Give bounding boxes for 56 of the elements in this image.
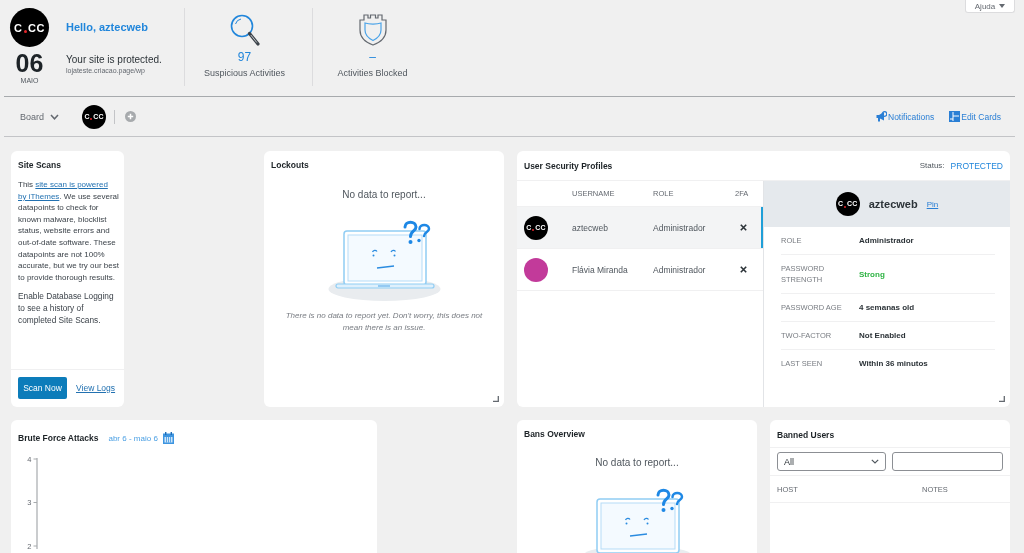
help-button[interactable]: Ajuda — [965, 0, 1015, 13]
filter-select[interactable]: All — [777, 452, 886, 471]
scan-now-button[interactable]: Scan Now — [18, 377, 67, 399]
site-status: Your site is protected. — [66, 54, 163, 66]
chevron-icon — [871, 459, 879, 464]
empty-message: There is no data to report yet. Don't worry, this does not mean there is an issue. — [284, 310, 484, 334]
field-value: Administrador — [859, 235, 915, 246]
stat-value: – — [369, 50, 376, 64]
chevron-icon — [50, 113, 60, 120]
megaphone-icon — [876, 111, 887, 122]
board-dropdown[interactable]: Board — [20, 111, 60, 122]
shield-icon — [358, 14, 387, 46]
empty-title: No data to report... — [342, 189, 426, 201]
ithemes-link[interactable]: site scan is powered — [35, 180, 108, 189]
status-value: PROTECTED — [950, 160, 1003, 171]
username-text: Flávia Miranda — [572, 264, 629, 275]
field-value: Within 36 minutos — [859, 358, 929, 369]
role-text: Administrador — [653, 222, 707, 233]
logging-note: Enable Database Logging to see a history of completed Site Scans. — [17, 291, 115, 327]
logo-text: C — [14, 21, 23, 34]
dot-icon — [23, 30, 27, 33]
date-range-link[interactable]: abr 6 - maio 6 — [108, 433, 158, 443]
profile-username: aztecweb — [868, 198, 918, 210]
notifications-button[interactable]: Notifications — [876, 111, 935, 122]
view-logs-link[interactable]: View Logs — [76, 383, 116, 393]
filter-input[interactable] — [892, 452, 1003, 471]
field-value: Not Enabled — [859, 330, 907, 341]
stat-label: Suspicious Activities — [203, 67, 285, 80]
search-icon — [229, 14, 260, 46]
field-value: 4 semanas old — [859, 302, 916, 313]
logo-text: CC — [28, 21, 45, 34]
avatar-photo — [524, 257, 548, 282]
user-row[interactable]: Flávia Miranda Administrador — [517, 249, 763, 291]
empty-title: No data to report... — [595, 457, 679, 469]
greeting: Hello, aztecweb — [66, 21, 149, 34]
date-day: 06 — [15, 51, 44, 76]
username-text: aztecweb — [572, 222, 609, 233]
card-title: Brute Force Attacks — [18, 432, 99, 444]
card-title: Bans Overview — [523, 428, 586, 440]
card-title: Site Scans — [17, 159, 62, 171]
stat-value: 97 — [237, 50, 252, 64]
calendar-icon[interactable] — [162, 432, 174, 444]
card-title: User Security Profiles — [524, 159, 613, 172]
status-label: Status: — [919, 161, 945, 170]
resize-handle-icon[interactable] — [493, 396, 499, 402]
card-title: Banned Users — [777, 428, 835, 441]
caret-icon — [999, 4, 1006, 8]
stat-label: Activities Blocked — [337, 67, 408, 80]
grid-icon — [949, 111, 961, 122]
card-title: Lockouts — [270, 159, 310, 171]
pin-link[interactable]: Pin — [926, 199, 939, 209]
resize-handle-icon[interactable] — [999, 396, 1005, 402]
scan-description: This site scan is powered by iThemes. We use several datapoints to check for known malware, blocklist status, website errors and out-of-date software. These datapoints are not 100% accurate, but we try our best to provide thorough results. — [17, 179, 120, 284]
edit-cards-button[interactable]: Edit Cards — [949, 111, 1001, 122]
role-text: Administrador — [653, 264, 707, 275]
field-value: Strong — [859, 268, 886, 280]
